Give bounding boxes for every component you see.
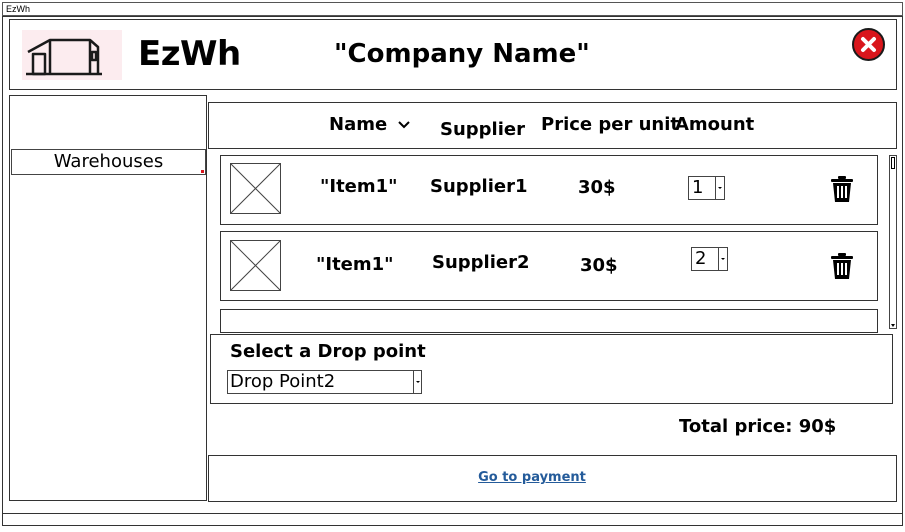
item-price: 30$: [578, 177, 616, 198]
item-price: 30$: [580, 255, 618, 276]
warehouse-icon: [26, 38, 102, 76]
chevron-down-icon[interactable]: [397, 120, 411, 130]
item-supplier: Supplier2: [432, 252, 530, 273]
image-placeholder-icon: [230, 240, 281, 291]
column-header-supplier: Supplier: [440, 119, 525, 140]
column-header-name[interactable]: Name: [329, 114, 387, 135]
app-title: EzWh: [138, 34, 241, 74]
column-header-price: Price per unit: [541, 114, 680, 135]
item-name: "Item1": [320, 176, 398, 197]
trash-icon[interactable]: [830, 176, 854, 202]
item-name: "Item1": [316, 254, 394, 275]
table-row: [220, 155, 878, 225]
resize-handle-icon: [201, 170, 204, 173]
scroll-down-arrow-icon[interactable]: [891, 324, 895, 327]
company-name: "Company Name": [334, 39, 590, 69]
dropdown-arrow-icon[interactable]: [413, 371, 421, 393]
sidebar-item-warehouses[interactable]: Warehouses: [11, 149, 206, 175]
column-header-amount: Amount: [675, 114, 755, 135]
quantity-value: 1: [692, 177, 704, 198]
sidebar-item-label: Warehouses: [53, 151, 164, 172]
quantity-stepper[interactable]: 1: [688, 176, 725, 200]
stepper-arrow-icon[interactable]: [715, 177, 724, 199]
window-title: EzWh: [6, 4, 31, 14]
close-button[interactable]: [852, 28, 885, 61]
window-title-bar: EzWh: [2, 2, 903, 16]
quantity-stepper[interactable]: 2: [691, 247, 728, 271]
item-supplier: Supplier1: [430, 176, 528, 197]
trash-icon[interactable]: [830, 253, 854, 279]
empty-row: [220, 309, 878, 333]
app-logo: [22, 30, 122, 80]
drop-point-selected: Drop Point2: [230, 371, 336, 392]
bottom-divider: [2, 513, 903, 514]
drop-point-title: Select a Drop point: [230, 341, 426, 362]
stepper-arrow-icon[interactable]: [718, 248, 727, 270]
scrollbar[interactable]: [889, 155, 897, 329]
drop-point-select[interactable]: Drop Point2: [227, 370, 422, 394]
quantity-value: 2: [695, 248, 707, 269]
go-to-payment-link[interactable]: Go to payment: [0, 470, 905, 485]
scrollbar-thumb[interactable]: [891, 157, 895, 169]
close-icon: [861, 37, 876, 52]
image-placeholder-icon: [230, 163, 281, 214]
total-price: Total price: 90$: [679, 416, 837, 437]
